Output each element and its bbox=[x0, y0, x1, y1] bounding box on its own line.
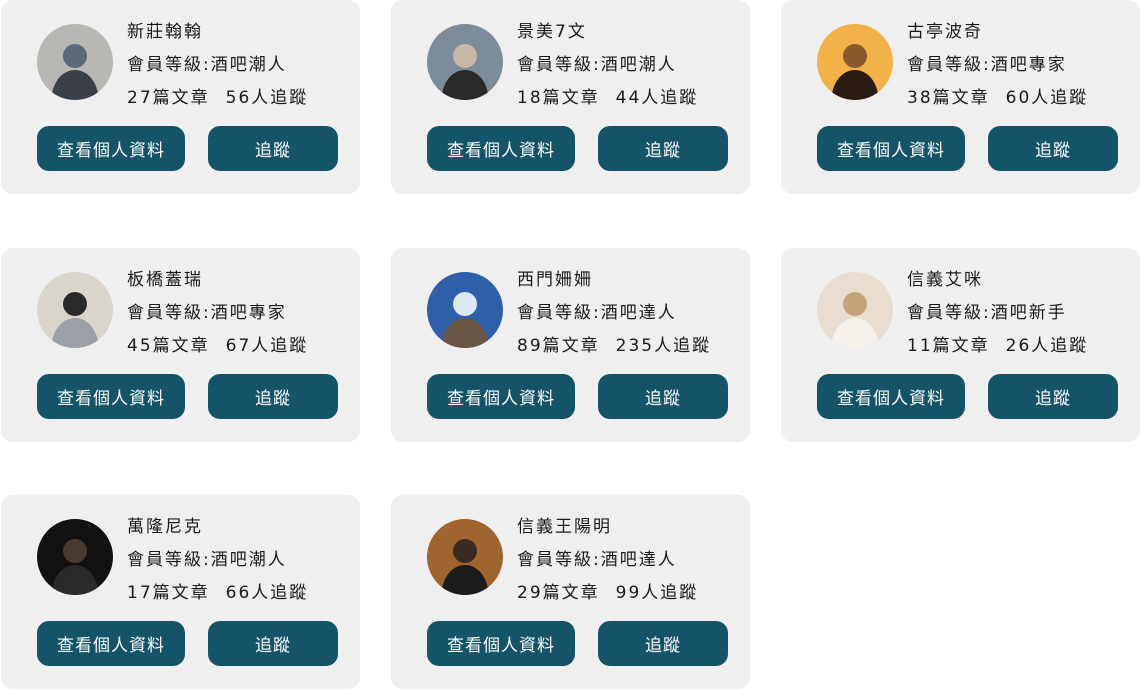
article-count: 18篇文章 bbox=[517, 88, 600, 108]
member-level: 會員等級:酒吧潮人 bbox=[127, 550, 287, 570]
follow-button[interactable]: 追蹤 bbox=[598, 126, 728, 171]
follow-button[interactable]: 追蹤 bbox=[208, 374, 338, 419]
view-profile-button[interactable]: 查看個人資料 bbox=[37, 621, 185, 666]
user-stats: 38篇文章 60人追蹤 bbox=[907, 88, 1088, 108]
avatar bbox=[817, 272, 893, 348]
avatar-photo bbox=[37, 24, 113, 100]
avatar-photo bbox=[427, 24, 503, 100]
follow-button[interactable]: 追蹤 bbox=[208, 621, 338, 666]
article-count: 11篇文章 bbox=[907, 336, 990, 356]
avatar-photo bbox=[37, 519, 113, 595]
article-count: 38篇文章 bbox=[907, 88, 990, 108]
member-level: 會員等級:酒吧專家 bbox=[127, 303, 287, 323]
user-name: 古亭波奇 bbox=[907, 22, 983, 42]
follow-button[interactable]: 追蹤 bbox=[988, 374, 1118, 419]
user-card: 信義王陽明 會員等級:酒吧達人 29篇文章 99人追蹤 查看個人資料 追蹤 bbox=[391, 495, 750, 689]
user-stats: 27篇文章 56人追蹤 bbox=[127, 88, 308, 108]
avatar-photo bbox=[817, 272, 893, 348]
avatar bbox=[427, 519, 503, 595]
user-card: 新莊翰翰 會員等級:酒吧潮人 27篇文章 56人追蹤 查看個人資料 追蹤 bbox=[1, 0, 360, 194]
avatar-photo bbox=[37, 272, 113, 348]
view-profile-button[interactable]: 查看個人資料 bbox=[427, 126, 575, 171]
follower-count: 67人追蹤 bbox=[225, 336, 309, 356]
user-card: 西門姍姍 會員等級:酒吧達人 89篇文章 235人追蹤 查看個人資料 追蹤 bbox=[391, 248, 750, 442]
member-level: 會員等級:酒吧達人 bbox=[517, 550, 677, 570]
follower-count: 66人追蹤 bbox=[225, 583, 309, 603]
article-count: 17篇文章 bbox=[127, 583, 210, 603]
follower-count: 235人追蹤 bbox=[615, 336, 712, 356]
follower-count: 99人追蹤 bbox=[615, 583, 699, 603]
view-profile-button[interactable]: 查看個人資料 bbox=[817, 374, 965, 419]
avatar bbox=[37, 272, 113, 348]
avatar-photo bbox=[817, 24, 893, 100]
article-count: 45篇文章 bbox=[127, 336, 210, 356]
user-name: 西門姍姍 bbox=[517, 270, 593, 290]
user-card: 古亭波奇 會員等級:酒吧專家 38篇文章 60人追蹤 查看個人資料 追蹤 bbox=[781, 0, 1140, 194]
view-profile-button[interactable]: 查看個人資料 bbox=[37, 374, 185, 419]
article-count: 29篇文章 bbox=[517, 583, 600, 603]
user-stats: 89篇文章 235人追蹤 bbox=[517, 336, 711, 356]
article-count: 27篇文章 bbox=[127, 88, 210, 108]
user-name: 景美7文 bbox=[517, 22, 587, 42]
view-profile-button[interactable]: 查看個人資料 bbox=[427, 621, 575, 666]
view-profile-button[interactable]: 查看個人資料 bbox=[427, 374, 575, 419]
avatar bbox=[37, 519, 113, 595]
user-card: 景美7文 會員等級:酒吧潮人 18篇文章 44人追蹤 查看個人資料 追蹤 bbox=[391, 0, 750, 194]
view-profile-button[interactable]: 查看個人資料 bbox=[37, 126, 185, 171]
user-card: 信義艾咪 會員等級:酒吧新手 11篇文章 26人追蹤 查看個人資料 追蹤 bbox=[781, 248, 1140, 442]
follow-button[interactable]: 追蹤 bbox=[208, 126, 338, 171]
avatar bbox=[37, 24, 113, 100]
user-stats: 29篇文章 99人追蹤 bbox=[517, 583, 698, 603]
follow-button[interactable]: 追蹤 bbox=[598, 621, 728, 666]
member-level: 會員等級:酒吧潮人 bbox=[127, 55, 287, 75]
follower-count: 56人追蹤 bbox=[225, 88, 309, 108]
avatar bbox=[427, 272, 503, 348]
user-card: 板橋蓋瑞 會員等級:酒吧專家 45篇文章 67人追蹤 查看個人資料 追蹤 bbox=[1, 248, 360, 442]
member-level: 會員等級:酒吧新手 bbox=[907, 303, 1067, 323]
follower-count: 26人追蹤 bbox=[1005, 336, 1089, 356]
user-name: 新莊翰翰 bbox=[127, 22, 203, 42]
user-stats: 17篇文章 66人追蹤 bbox=[127, 583, 308, 603]
follow-button[interactable]: 追蹤 bbox=[598, 374, 728, 419]
user-card: 萬隆尼克 會員等級:酒吧潮人 17篇文章 66人追蹤 查看個人資料 追蹤 bbox=[1, 495, 360, 689]
follower-count: 44人追蹤 bbox=[615, 88, 699, 108]
user-name: 信義王陽明 bbox=[517, 517, 612, 537]
avatar bbox=[427, 24, 503, 100]
follower-count: 60人追蹤 bbox=[1005, 88, 1089, 108]
user-name: 信義艾咪 bbox=[907, 270, 983, 290]
member-level: 會員等級:酒吧達人 bbox=[517, 303, 677, 323]
article-count: 89篇文章 bbox=[517, 336, 600, 356]
view-profile-button[interactable]: 查看個人資料 bbox=[817, 126, 965, 171]
member-level: 會員等級:酒吧專家 bbox=[907, 55, 1067, 75]
user-stats: 45篇文章 67人追蹤 bbox=[127, 336, 308, 356]
avatar-photo bbox=[427, 272, 503, 348]
user-stats: 11篇文章 26人追蹤 bbox=[907, 336, 1088, 356]
follow-button[interactable]: 追蹤 bbox=[988, 126, 1118, 171]
avatar bbox=[817, 24, 893, 100]
user-stats: 18篇文章 44人追蹤 bbox=[517, 88, 698, 108]
member-level: 會員等級:酒吧潮人 bbox=[517, 55, 677, 75]
user-name: 萬隆尼克 bbox=[127, 517, 203, 537]
user-name: 板橋蓋瑞 bbox=[127, 270, 203, 290]
avatar-photo bbox=[427, 519, 503, 595]
